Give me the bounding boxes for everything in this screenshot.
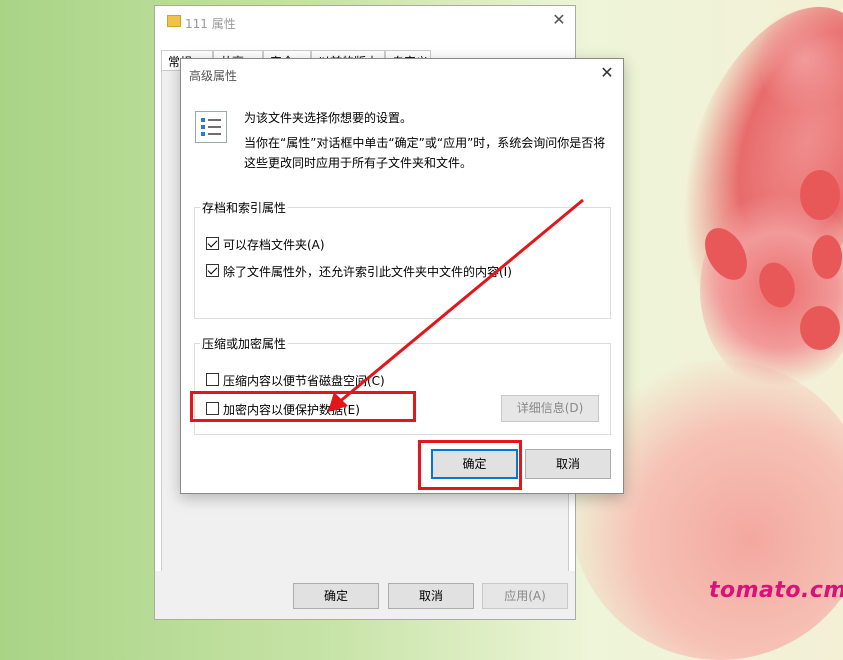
annotation-highlight-ok <box>418 440 522 490</box>
close-icon[interactable]: ✕ <box>599 65 615 81</box>
watermark: tomato.cm <box>709 578 843 603</box>
dialog-content: 为该文件夹选择你想要的设置。 当你在“属性”对话框中单击“确定”或“应用”时，系… <box>181 89 623 493</box>
flower-stamen <box>800 306 840 350</box>
index-label: 除了文件属性外，还允许索引此文件夹中文件的内容(I) <box>223 265 512 279</box>
dialog-titlebar: 高级属性 ✕ <box>181 59 623 89</box>
archive-checkbox[interactable] <box>206 237 219 250</box>
dialog-title: 高级属性 <box>189 69 238 83</box>
details-button[interactable]: 详细信息(D) <box>501 395 599 422</box>
flower-stamen <box>800 170 840 220</box>
window-titlebar: 111 属性 ✕ <box>155 6 575 39</box>
group-label: 存档和索引属性 <box>200 199 289 216</box>
flower-stamen <box>812 235 842 279</box>
annotation-highlight-encrypt <box>190 391 416 422</box>
index-checkbox[interactable] <box>206 264 219 277</box>
settings-list-icon <box>195 111 227 143</box>
folder-icon <box>167 15 181 27</box>
intro-description: 当你在“属性”对话框中单击“确定”或“应用”时，系统会询问你是否将这些更改同时应… <box>244 136 606 170</box>
window-footer: 确定 取消 应用(A) <box>155 571 575 619</box>
close-icon[interactable]: ✕ <box>551 12 567 28</box>
cancel-button[interactable]: 取消 <box>388 583 474 609</box>
window-title: 111 属性 <box>185 17 236 31</box>
compress-label: 压缩内容以便节省磁盘空间(C) <box>223 374 385 388</box>
cancel-button[interactable]: 取消 <box>525 449 611 479</box>
apply-button[interactable]: 应用(A) <box>482 583 568 609</box>
intro-text: 为该文件夹选择你想要的设置。 <box>244 111 413 125</box>
advanced-attributes-dialog: 高级属性 ✕ 为该文件夹选择你想要的设置。 当你在“属性”对话框中单击“确定”或… <box>180 58 624 494</box>
group-label: 压缩或加密属性 <box>200 335 289 352</box>
archive-label: 可以存档文件夹(A) <box>223 238 325 252</box>
ok-button[interactable]: 确定 <box>293 583 379 609</box>
flower-decoration <box>760 0 843 120</box>
compress-checkbox[interactable] <box>206 373 219 386</box>
